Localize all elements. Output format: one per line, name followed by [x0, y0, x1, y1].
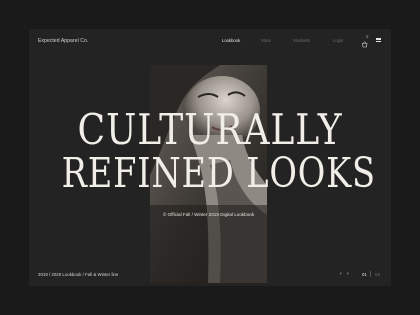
- pagination-divider: [370, 271, 371, 277]
- headline-line-2: REFINED LOOKS: [61, 149, 376, 197]
- prev-arrow-icon[interactable]: ‹: [340, 271, 342, 277]
- photo-caption: © Official Fall / Winter 2019 Digital Lo…: [163, 212, 255, 217]
- nav-item-stockists[interactable]: Stockists: [293, 38, 310, 43]
- collection-label: 2019 / 2020 Lookbook / Fall & Winter lin…: [38, 272, 119, 277]
- hamburger-menu-icon[interactable]: [376, 38, 381, 42]
- hero-panel: Expected Apparel Co. Lookbook Store Stoc…: [29, 29, 391, 286]
- next-arrow-icon[interactable]: ›: [347, 271, 349, 277]
- page-current: 01: [362, 272, 367, 277]
- bag-icon: [362, 41, 368, 48]
- nav-item-store[interactable]: Store: [261, 38, 271, 43]
- cart-button[interactable]: 0: [361, 35, 369, 48]
- cart-count: 0: [366, 35, 369, 39]
- nav-item-lookbook[interactable]: Lookbook: [222, 38, 240, 43]
- main-nav: Lookbook Store Stockists Login: [29, 38, 391, 46]
- nav-item-login[interactable]: Login: [333, 38, 343, 43]
- page-total: 03: [375, 272, 380, 277]
- headline-line-1: CULTURALLY: [77, 105, 343, 154]
